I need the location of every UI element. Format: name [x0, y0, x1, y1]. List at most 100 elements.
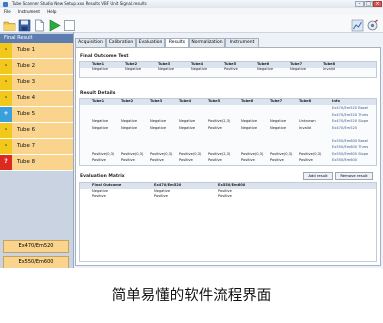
result-info-cell: Ex470/Em520 Thres — [332, 112, 369, 117]
filter-ex550-button[interactable]: Ex550/Em600 — [3, 256, 69, 268]
add-result-button[interactable]: Add result — [303, 172, 333, 180]
evaluation-matrix-row[interactable]: Positive Positive Positive — [80, 194, 376, 199]
tube-status-symbol: - — [4, 126, 8, 133]
tab-acquisition[interactable]: Acquisition — [75, 38, 106, 47]
tube-status-swatch: - — [0, 43, 12, 58]
evaluation-matrix-header: Final Outcome — [92, 183, 122, 187]
tube-label: Tube 6 — [17, 127, 36, 133]
tab-evaluation[interactable]: Evaluation — [136, 38, 165, 47]
tube-status-swatch: - — [0, 91, 12, 106]
window-title: Tube Scanner Studio New Setup.xxx Result… — [12, 1, 147, 6]
open-folder-icon[interactable] — [3, 17, 16, 31]
app-icon — [3, 1, 8, 7]
title-bar: Tube Scanner Studio New Setup.xxx Result… — [0, 0, 383, 8]
evaluation-matrix-cell: Positive — [92, 194, 106, 198]
result-details-header: Tube3 — [150, 99, 163, 103]
result-info-cell: Ex550/Em600 Slope — [332, 151, 369, 156]
result-detail-cell: Positive — [150, 158, 164, 162]
evaluation-matrix-cell: Positive — [154, 194, 168, 198]
final-outcome-value: Negative — [191, 67, 208, 71]
tube-status-symbol: - — [4, 94, 8, 101]
evaluation-matrix-header: Ex550/Em600 — [218, 183, 246, 187]
result-detail-cell: Negative — [150, 119, 167, 123]
tab-normalization[interactable]: Normalization — [189, 38, 225, 47]
close-button[interactable]: × — [373, 1, 382, 7]
tube-status-symbol: - — [4, 78, 8, 85]
result-detail-cell: Negative — [150, 125, 167, 130]
tube-status-symbol: - — [4, 142, 8, 149]
result-info-cell: Ex470/Em520 — [332, 125, 358, 130]
result-detail-cell: Positive(0,3) — [241, 151, 264, 156]
remove-result-button[interactable]: Remove result — [335, 172, 373, 180]
evaluation-matrix-table: Final Outcome Ex470/Em520 Ex550/Em600 Negat… — [79, 182, 377, 262]
sidebar-tube-1[interactable]: - Tube 1 — [0, 43, 73, 59]
result-detail-cell: Positive(0,3) — [92, 151, 115, 156]
new-document-icon[interactable] — [33, 17, 46, 32]
tube-label: Tube 3 — [17, 79, 36, 85]
chart-icon[interactable] — [351, 17, 364, 32]
tube-label: Tube 7 — [17, 143, 36, 149]
result-detail-cell: Positive — [270, 158, 284, 162]
sidebar-tube-7[interactable]: - Tube 7 — [0, 139, 73, 155]
result-detail-cell: Positive(0,3) — [299, 151, 322, 156]
result-details-header: Tube5 — [208, 99, 221, 103]
result-detail-cell: Positive — [241, 158, 255, 162]
stop-icon[interactable] — [63, 17, 76, 31]
sidebar-tube-3[interactable]: - Tube 3 — [0, 75, 73, 91]
result-detail-cell: Positive — [208, 158, 222, 162]
result-info-cell: Ex550/Em600 Thres — [332, 145, 369, 149]
sidebar-tube-4[interactable]: - Tube 4 — [0, 91, 73, 107]
result-detail-cell: Positive(0,3) — [179, 151, 202, 156]
filter-ex470-button[interactable]: Ex470/Em520 — [3, 240, 69, 253]
sidebar: Final Result - Tube 1 - Tube 2 - Tube 3 - Tube … — [0, 32, 74, 268]
evaluation-matrix-cell: Positive — [218, 194, 232, 198]
result-detail-cell: Positive — [208, 125, 222, 130]
result-detail-cell: Positive — [92, 158, 106, 162]
final-outcome-value: Negative — [92, 67, 109, 71]
menu-file[interactable]: File — [4, 9, 11, 14]
sidebar-tube-6[interactable]: - Tube 6 — [0, 123, 73, 139]
result-info-cell: Ex550/Em600 Basel — [332, 138, 368, 143]
result-details-header: Tube1 — [92, 99, 105, 103]
app-window: Tube Scanner Studio New Setup.xxx Result… — [0, 0, 383, 268]
result-details-header: Tube7 — [270, 99, 283, 103]
result-info-cell: Ex470/Em520 Basel — [332, 106, 368, 110]
tube-status-swatch: + — [0, 107, 12, 122]
sidebar-tube-8[interactable]: ? Tube 8 — [0, 155, 73, 171]
result-detail-cell: Positive — [121, 158, 135, 162]
tools-icon[interactable] — [366, 17, 379, 31]
run-icon[interactable] — [48, 17, 61, 32]
result-detail-cell: Negative — [179, 125, 196, 130]
tube-label: Tube 8 — [17, 159, 36, 165]
result-details-header: Tube6 — [241, 99, 254, 103]
tab-instrument[interactable]: Instrument — [225, 38, 259, 47]
result-detail-cell: Positive — [179, 158, 193, 162]
tube-status-swatch: ? — [0, 155, 12, 170]
save-icon[interactable] — [18, 17, 31, 32]
result-details-table: Tube1 Tube2 Tube3 Tube4 Tube5 Tube6 Tube7 Tube8… — [79, 98, 377, 166]
toolbar — [0, 15, 383, 33]
tube-label: Tube 1 — [17, 47, 36, 53]
final-outcome-value: Invalid — [323, 67, 335, 71]
final-outcome-title: Final Outcome Test — [80, 54, 129, 59]
result-detail-cell: Negative — [179, 119, 196, 123]
tab-calibration[interactable]: Calibration — [106, 38, 136, 47]
tube-status-swatch: - — [0, 75, 12, 90]
final-outcome-value: Negative — [257, 67, 274, 71]
caption-text: 简单易懂的软件流程界面 — [111, 288, 272, 304]
result-details-header: Tube2 — [121, 99, 134, 103]
result-info-cell: Ex550/Em600 — [332, 158, 358, 162]
result-detail-cell: Negative — [241, 119, 258, 123]
menu-help[interactable]: Help — [47, 9, 56, 14]
sidebar-tube-5[interactable]: + Tube 5 — [0, 107, 73, 123]
maximize-button[interactable]: □ — [364, 1, 373, 7]
tube-label: Tube 5 — [17, 111, 36, 117]
final-outcome-table: Tube1 Negative Tube2 Negative Tube3 Negative T… — [79, 61, 377, 78]
menu-instrument[interactable]: Instrument — [18, 9, 40, 14]
minimize-button[interactable]: - — [355, 1, 364, 7]
sidebar-header: Final Result — [0, 34, 73, 43]
sidebar-tube-2[interactable]: - Tube 2 — [0, 59, 73, 75]
evaluation-matrix-title: Evaluation Matrix — [80, 174, 125, 179]
result-detail-cell: Negative — [270, 119, 287, 123]
evaluation-matrix-header: Ex470/Em520 — [154, 183, 182, 187]
